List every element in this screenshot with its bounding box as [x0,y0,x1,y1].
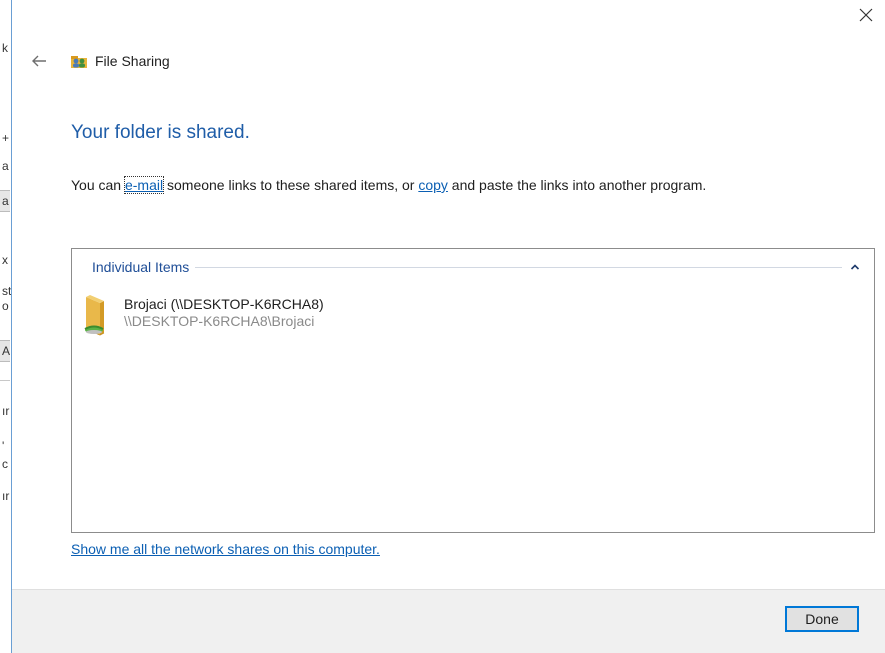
shared-folder-icon [78,293,118,339]
background-text: ' [2,439,5,453]
back-arrow-icon [32,55,46,67]
background-text: c [2,457,8,471]
background-text: o [2,299,9,313]
close-button[interactable] [855,4,877,26]
copy-link[interactable]: copy [418,177,448,193]
background-text: st [2,284,12,298]
background-text: ır [2,404,10,418]
shared-item[interactable]: Brojaci (\\DESKTOP-K6RCHA8) \\DESKTOP-K6… [78,293,498,339]
chevron-up-icon [850,264,860,270]
collapse-group-button[interactable] [846,258,864,276]
instructions-prefix: You can [71,177,125,193]
screen: k + a a x st o A ır ' c ır File Sharing … [0,0,885,653]
background-window: k + a a x st o A ır ' c ır [0,0,12,653]
background-text: a [2,159,9,173]
group-header-individual-items: Individual Items [92,258,864,276]
background-text: a [2,194,9,208]
dialog-header: File Sharing [70,53,170,69]
shared-items-list: Individual Items Brojaci (\\DESKTOP-K6RC… [71,248,875,533]
dialog-footer: Done [12,589,885,653]
close-icon [859,8,873,22]
done-button[interactable]: Done [785,606,859,632]
back-button[interactable] [28,50,50,72]
background-text: ır [2,489,10,503]
network-shares-link[interactable]: Show me all the network shares on this c… [71,541,380,557]
background-line [0,380,10,381]
email-link[interactable]: e-mail [123,176,165,194]
instructions-text: You can e-mail someone links to these sh… [71,176,707,194]
shared-item-path: \\DESKTOP-K6RCHA8\Brojaci [124,313,315,329]
background-text: A [2,344,11,358]
file-sharing-icon [71,56,87,68]
background-text: + [2,131,10,145]
background-text: x [2,253,8,267]
shared-item-texts: Brojaci (\\DESKTOP-K6RCHA8) \\DESKTOP-K6… [124,293,324,330]
instructions-suffix: and paste the links into another program… [447,177,707,193]
file-sharing-dialog: File Sharing Your folder is shared. You … [12,0,885,653]
shared-item-name: Brojaci (\\DESKTOP-K6RCHA8) [124,296,324,312]
group-label: Individual Items [92,259,190,275]
background-text: k [2,41,8,55]
dialog-title: File Sharing [95,53,170,69]
instructions-middle: someone links to these shared items, or [163,177,419,193]
group-divider [195,266,842,268]
page-heading: Your folder is shared. [71,122,250,143]
